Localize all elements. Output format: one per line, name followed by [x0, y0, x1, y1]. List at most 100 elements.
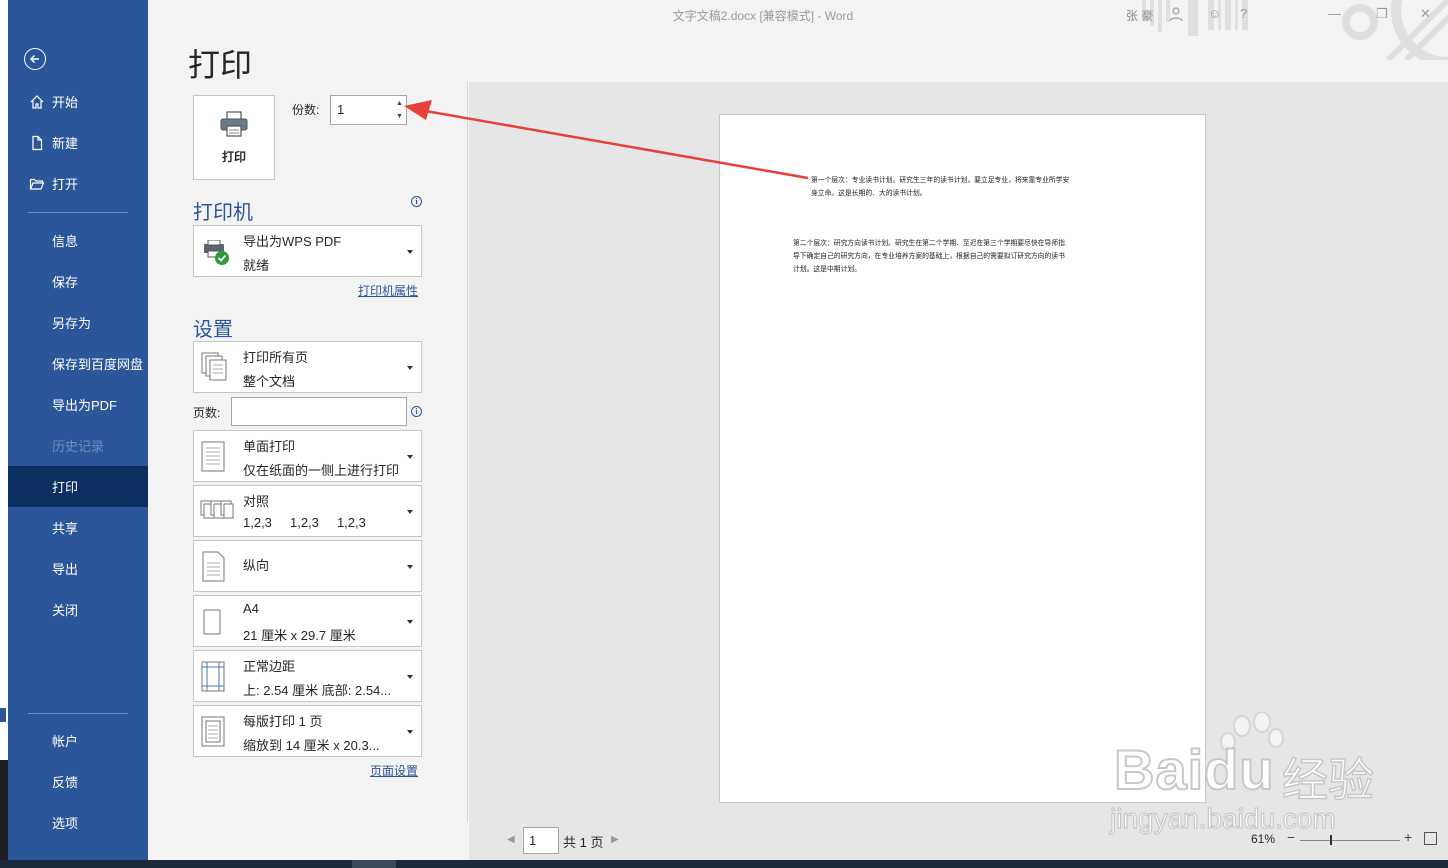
collate-icon: [200, 500, 234, 529]
setting-line1: 打印所有页: [243, 350, 309, 365]
nav-item-close[interactable]: 关闭: [8, 589, 148, 630]
pages-info-icon[interactable]: i: [411, 406, 422, 417]
paper-size-icon: [200, 608, 228, 641]
watermark-cn: 经验: [1281, 753, 1375, 807]
nav-item-save-baidu[interactable]: 保存到百度网盘: [8, 343, 148, 384]
nav-item-open[interactable]: 打开: [8, 163, 148, 204]
setting-line2: 缩放到 14 厘米 x 20.3...: [243, 738, 380, 753]
home-icon: [28, 93, 46, 111]
pages-per-sheet-icon: [200, 716, 228, 753]
dropdown-arrow-icon: [407, 730, 413, 734]
pages-label: 页数:: [193, 406, 221, 420]
setting-line2: 仅在纸面的一侧上进行打印: [243, 463, 400, 478]
margins-dropdown[interactable]: 正常边距 上: 2.54 厘米 底部: 2.54...: [193, 650, 422, 702]
next-page-icon[interactable]: ▶: [611, 834, 619, 845]
user-name[interactable]: 张 豪: [1126, 7, 1153, 24]
close-icon[interactable]: ✕: [1420, 6, 1431, 22]
emoji-feedback-icon[interactable]: ☺: [1208, 6, 1221, 21]
setting-line1: 对照: [243, 494, 270, 509]
user-icon[interactable]: [1168, 6, 1184, 25]
previous-page-icon[interactable]: ◀: [507, 834, 515, 845]
nav-label: 打开: [52, 177, 79, 192]
open-folder-icon: [28, 175, 46, 193]
pages-stack-icon: [200, 352, 228, 387]
dropdown-arrow-icon: [407, 620, 413, 624]
setting-line1: 正常边距: [243, 659, 296, 674]
nav-item-history: 历史记录: [52, 439, 105, 454]
setting-line2: 上: 2.54 厘米 底部: 2.54...: [243, 683, 392, 698]
nav-item-share[interactable]: 共享: [8, 507, 148, 548]
nav-divider: [28, 212, 128, 213]
preview-paragraph-2: 第二个层次：研究方向读书计划。研究生在第二个学期、至迟在第三个学期要尽快在导师指…: [793, 237, 1065, 276]
preview-line: 导下确定自己的研究方向，在专业培养方案的基础上，根据自己的需要拟订研究方向的读书: [793, 252, 1065, 260]
margins-icon: [200, 661, 228, 698]
dropdown-arrow-icon: [407, 366, 413, 370]
backstage-nav: 开始 新建 打开 信息 保存 另存为 保存到百度网盘 导出为PDF 历史记录 打…: [8, 0, 148, 860]
help-icon[interactable]: ?: [1240, 6, 1247, 21]
nav-item-info[interactable]: 信息: [8, 220, 148, 261]
setting-line2: 整个文档: [243, 374, 296, 389]
printer-name: 导出为WPS PDF: [243, 234, 342, 249]
nav-item-account[interactable]: 帐户: [8, 720, 148, 761]
nav-item-export[interactable]: 导出: [8, 548, 148, 589]
zoom-in-icon[interactable]: +: [1404, 829, 1412, 845]
paper-size-dropdown[interactable]: A4 21 厘米 x 29.7 厘米: [193, 595, 422, 647]
dropdown-arrow-icon: [407, 250, 413, 254]
nav-label: 开始: [52, 95, 79, 110]
dropdown-arrow-icon: [407, 565, 413, 569]
edge-dark-area: [0, 760, 8, 868]
nav-divider: [28, 713, 128, 714]
setting-line1: A4: [243, 601, 259, 616]
nav-item-export-pdf[interactable]: 导出为PDF: [8, 384, 148, 425]
print-button-label: 打印: [221, 149, 246, 164]
printer-status: 就绪: [243, 258, 270, 273]
print-range-dropdown[interactable]: 打印所有页 整个文档: [193, 341, 422, 393]
nav-item-feedback[interactable]: 反馈: [8, 761, 148, 802]
settings-section-heading: 设置: [193, 319, 233, 341]
copies-label: 份数:: [292, 103, 320, 117]
printer-ready-icon: [200, 239, 232, 271]
printer-section-heading: 打印机: [193, 202, 253, 224]
restore-icon[interactable]: ❐: [1376, 6, 1388, 22]
setting-line1: 每版打印 1 页: [243, 714, 323, 729]
setting-line2: 1,2,3 1,2,3 1,2,3: [243, 515, 366, 530]
one-sided-page-icon: [200, 441, 228, 478]
minimize-icon[interactable]: —: [1328, 6, 1341, 21]
page-title: 打印: [188, 47, 253, 83]
nav-label: 新建: [52, 136, 79, 151]
taskbar-item[interactable]: [352, 860, 396, 868]
zoom-to-page-icon[interactable]: [1424, 832, 1437, 845]
nav-item-new[interactable]: 新建: [8, 122, 148, 163]
printer-icon: [219, 110, 249, 142]
printer-dropdown[interactable]: 导出为WPS PDF 就绪: [193, 225, 422, 277]
copies-spinner[interactable]: ▲ ▼: [396, 97, 403, 123]
nav-item-save[interactable]: 保存: [8, 261, 148, 302]
printer-properties-link[interactable]: 打印机属性: [358, 282, 418, 299]
nav-item-home[interactable]: 开始: [8, 81, 148, 122]
orientation-dropdown[interactable]: 纵向: [193, 540, 422, 592]
preview-paragraph-1: 第一个层次：专业读书计划。研究生三年的读书计划，要立足专业，将来靠专业所学安 身…: [811, 174, 1069, 200]
zoom-slider-track[interactable]: [1300, 840, 1400, 841]
window-title: 文字文稿2.docx [兼容模式] - Word: [672, 9, 854, 23]
printer-info-icon[interactable]: i: [411, 196, 422, 207]
nav-item-print[interactable]: 打印: [8, 466, 148, 507]
nav-item-save-as[interactable]: 另存为: [8, 302, 148, 343]
sided-dropdown[interactable]: 单面打印 仅在纸面的一侧上进行打印: [193, 430, 422, 482]
edge-blue-marker: [0, 708, 6, 722]
preview-line: 第二个层次：研究方向读书计划。研究生在第二个学期、至迟在第三个学期要尽快在导师指: [793, 239, 1065, 247]
nav-item-options[interactable]: 选项: [8, 802, 148, 843]
print-button[interactable]: 打印: [193, 95, 275, 180]
pages-per-sheet-dropdown[interactable]: 每版打印 1 页 缩放到 14 厘米 x 20.3...: [193, 705, 422, 757]
zoom-slider-thumb[interactable]: [1330, 835, 1332, 845]
current-page-input[interactable]: 1: [523, 827, 559, 854]
preview-line: 第一个层次：专业读书计划。研究生三年的读书计划，要立足专业，将来靠专业所学安: [811, 176, 1070, 184]
portrait-icon: [200, 551, 228, 588]
collate-dropdown[interactable]: 对照 1,2,3 1,2,3 1,2,3: [193, 485, 422, 537]
new-document-icon: [28, 134, 46, 152]
setting-line1: 单面打印: [243, 439, 296, 454]
page-setup-link[interactable]: 页面设置: [370, 762, 418, 779]
pages-input[interactable]: [231, 397, 407, 426]
title-bar: 文字文稿2.docx [兼容模式] - Word 张 豪 ☺ ? — ❐ ✕: [148, 0, 1448, 60]
back-arrow-icon[interactable]: [24, 48, 46, 70]
preview-divider: [467, 82, 468, 822]
